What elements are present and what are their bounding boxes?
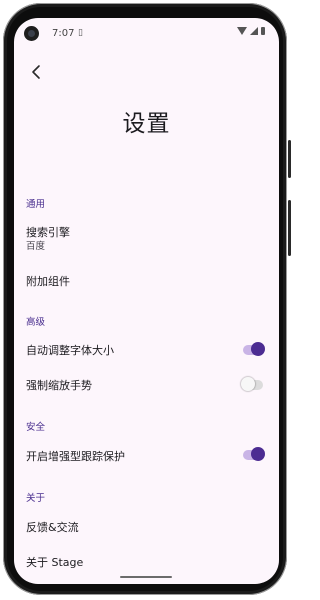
signal-icon [250, 27, 258, 35]
tracking-protection-toggle[interactable] [243, 447, 265, 461]
feedback-item[interactable]: 反馈&交流 [26, 519, 79, 535]
about-stage-item[interactable]: 关于 Stage [26, 554, 83, 570]
app-screen: 7:07 ▯ 设置 通用 搜索引擎 百度 附加组件 高级 自动调整字体大小 强制… [14, 18, 279, 584]
section-general-label: 通用 [26, 199, 46, 210]
section-security-label: 安全 [26, 422, 46, 433]
power-button [288, 140, 291, 178]
front-camera [24, 26, 39, 41]
tracking-protection-item[interactable]: 开启增强型跟踪保护 [26, 448, 125, 464]
volume-button [288, 200, 291, 256]
auto-font-size-toggle[interactable] [243, 342, 265, 356]
sim-card-icon: ▯ [78, 28, 83, 38]
search-engine-value: 百度 [26, 241, 46, 252]
page-title: 设置 [122, 111, 171, 137]
back-button[interactable] [26, 62, 46, 82]
addons-item[interactable]: 附加组件 [26, 273, 70, 289]
force-zoom-toggle[interactable] [241, 377, 263, 391]
phone-frame: 7:07 ▯ 设置 通用 搜索引擎 百度 附加组件 高级 自动调整字体大小 强制… [0, 0, 293, 600]
force-zoom-item[interactable]: 强制缩放手势 [26, 377, 92, 393]
toggle-knob [241, 377, 255, 391]
wifi-icon [237, 27, 247, 35]
section-advanced-label: 高级 [26, 317, 46, 328]
toggle-knob [251, 342, 265, 356]
section-about-label: 关于 [26, 493, 46, 504]
arrow-back-icon [32, 65, 40, 79]
auto-font-size-item[interactable]: 自动调整字体大小 [26, 342, 114, 358]
home-indicator[interactable] [120, 576, 172, 578]
battery-icon [261, 27, 265, 35]
status-icons [237, 27, 265, 35]
status-time: 7:07 [52, 28, 75, 39]
toggle-knob [251, 447, 265, 461]
